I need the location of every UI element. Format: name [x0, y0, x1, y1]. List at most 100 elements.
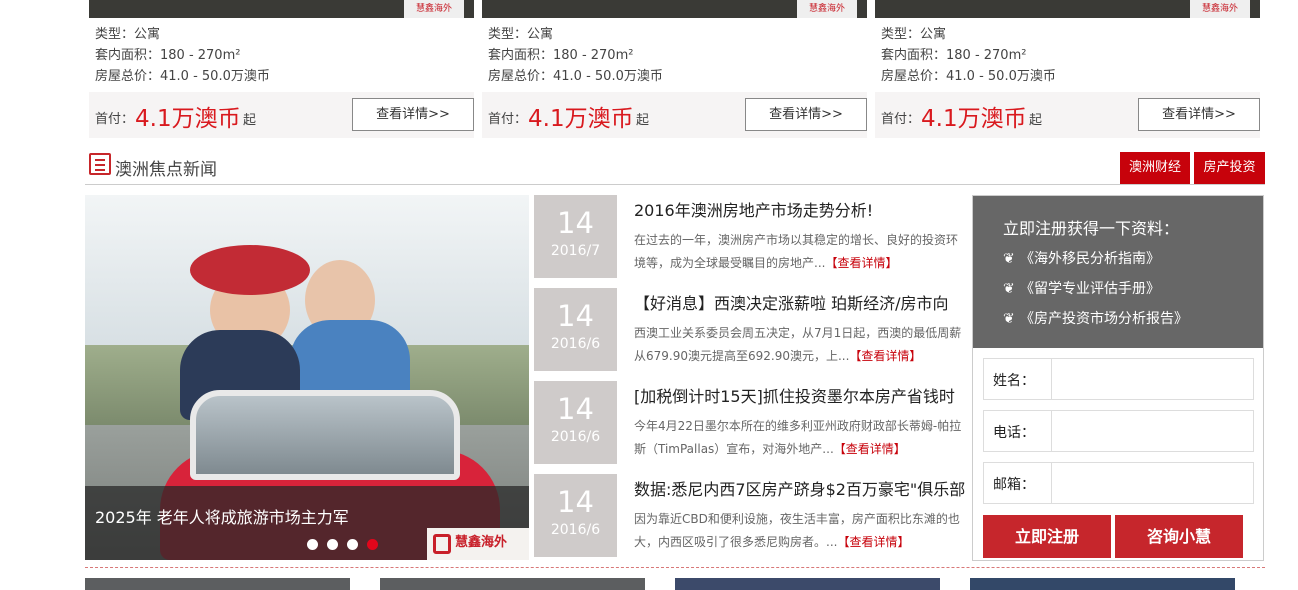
property-card: 慧鑫海外 类型：公寓 套内面积：180 - 270m² 房屋总价：41.0 - … — [89, 0, 474, 138]
tag-finance[interactable]: 澳洲财经 — [1120, 152, 1190, 184]
news-date: 14 2016/6 — [534, 381, 617, 464]
news-title[interactable]: 2016年澳洲房地产市场走势分析! — [634, 197, 873, 221]
brand-logo: 慧鑫海外 — [427, 528, 529, 560]
news-slider[interactable]: 2025年 老年人将成旅游市场主力军 慧鑫海外 — [85, 195, 529, 560]
divider — [85, 567, 1265, 568]
news-summary: 因为靠近CBD和便利设施，夜生活丰富，房产面积比东滩的也大，内西区吸引了很多悉尼… — [634, 508, 964, 554]
phone-label: 电话： — [993, 425, 1035, 441]
news-day: 14 — [557, 299, 594, 333]
brand-logo: 慧鑫海外 — [1190, 0, 1250, 18]
down-payment-bar: 首付： 4.1万澳币 起 查看详情>> — [482, 92, 867, 138]
read-more-link[interactable]: 【查看详情】 — [825, 256, 897, 270]
phone-input[interactable] — [1051, 411, 1253, 451]
down-payment-amount: 4.1万澳币 — [528, 106, 634, 132]
name-label: 姓名： — [993, 373, 1035, 389]
property-price: 房屋总价：41.0 - 50.0万澳币 — [881, 69, 1056, 84]
news-title[interactable]: 数据:悉尼内西7区房产跻身$2百万豪宅"俱乐部 — [634, 476, 965, 500]
news-title[interactable]: [加税倒计时15天]抓住投资墨尔本房产省钱时 — [634, 383, 955, 407]
property-type: 类型：公寓 — [881, 27, 947, 42]
news-item: 14 2016/7 2016年澳洲房地产市场走势分析! 在过去的一年，澳洲房产市场… — [534, 195, 964, 278]
property-card: 慧鑫海外 类型：公寓 套内面积：180 - 270m² 房屋总价：41.0 - … — [482, 0, 867, 138]
news-summary: 在过去的一年，澳洲房产市场以其稳定的增长、良好的投资环境等，成为全球最受瞩目的房… — [634, 229, 964, 275]
resource-label: 《房产投资市场分析报告》 — [1020, 311, 1188, 327]
register-panel: 立即注册获得一下资料： ❦ 《海外移民分析指南》 ❦ 《留学专业评估手册》 ❦ 《房产… — [972, 195, 1264, 561]
news-summary: 今年4月22日墨尔本所在的维多利亚州政府财政部长蒂姆-帕拉斯（TimPallas… — [634, 415, 964, 461]
newspaper-icon — [89, 153, 111, 175]
slider-dot[interactable] — [327, 539, 338, 550]
news-item: 14 2016/6 [加税倒计时15天]抓住投资墨尔本房产省钱时 今年4月22日墨… — [534, 381, 964, 464]
down-payment-suffix: 起 — [243, 113, 257, 128]
brand-logo-text: 慧鑫海外 — [455, 535, 508, 550]
email-input[interactable] — [1051, 463, 1253, 503]
tag-property-investment[interactable]: 房产投资 — [1194, 152, 1265, 184]
email-label: 邮箱： — [993, 477, 1035, 493]
thumbnail-image[interactable] — [970, 578, 1235, 590]
news-month: 2016/6 — [550, 522, 601, 538]
news-item: 14 2016/6 数据:悉尼内西7区房产跻身$2百万豪宅"俱乐部 因为靠近CBD… — [534, 474, 965, 557]
down-payment-amount: 4.1万澳币 — [135, 106, 241, 132]
slider-dot[interactable] — [347, 539, 358, 550]
news-section-header: 澳洲焦点新闻 澳洲财经 房产投资 — [85, 152, 1265, 185]
name-input[interactable] — [1051, 359, 1253, 399]
read-more-link[interactable]: 【查看详情】 — [834, 442, 906, 456]
resource-item[interactable]: ❦ 《房产投资市场分析报告》 — [1003, 308, 1188, 328]
phone-field: 电话： — [983, 410, 1254, 452]
news-item: 14 2016/6 【好消息】西澳决定涨薪啦 珀斯经济/房市向 西澳工业关系委员会… — [534, 288, 964, 371]
thumbnail-image[interactable] — [675, 578, 940, 590]
down-payment-suffix: 起 — [636, 113, 650, 128]
down-payment-label: 首付： — [881, 112, 921, 127]
view-details-button[interactable]: 查看详情>> — [352, 98, 474, 131]
brand-logo: 慧鑫海外 — [797, 0, 857, 18]
consult-button[interactable]: 咨询小慧 — [1115, 515, 1243, 558]
property-image[interactable]: 慧鑫海外 — [875, 0, 1260, 18]
slider-dot-active[interactable] — [367, 539, 378, 550]
down-payment-suffix: 起 — [1029, 113, 1043, 128]
register-header: 立即注册获得一下资料： ❦ 《海外移民分析指南》 ❦ 《留学专业评估手册》 ❦ 《房产… — [973, 196, 1263, 348]
news-day: 14 — [557, 206, 594, 240]
thumbnail-image[interactable] — [85, 578, 350, 590]
news-month: 2016/7 — [550, 243, 601, 259]
section-title: 澳洲焦点新闻 — [115, 160, 217, 180]
view-details-button[interactable]: 查看详情>> — [745, 98, 867, 131]
brand-logo: 慧鑫海外 — [404, 0, 464, 18]
email-field: 邮箱： — [983, 462, 1254, 504]
property-price: 房屋总价：41.0 - 50.0万澳币 — [488, 69, 663, 84]
fire-icon: ❦ — [1003, 281, 1015, 297]
resource-label: 《海外移民分析指南》 — [1020, 251, 1160, 267]
news-date: 14 2016/6 — [534, 474, 617, 557]
news-summary-text: 今年4月22日墨尔本所在的维多利亚州政府财政部长蒂姆-帕拉斯（TimPallas… — [634, 419, 962, 456]
down-payment-bar: 首付： 4.1万澳币 起 查看详情>> — [875, 92, 1260, 138]
slider-caption[interactable]: 2025年 老年人将成旅游市场主力军 — [95, 504, 349, 528]
news-summary: 西澳工业关系委员会周五决定，从7月1日起，西澳的最低周薪从679.90澳元提高至… — [634, 322, 964, 368]
resource-label: 《留学专业评估手册》 — [1020, 281, 1160, 297]
property-area: 套内面积：180 - 270m² — [881, 48, 1027, 63]
property-area: 套内面积：180 - 270m² — [95, 48, 241, 63]
news-title[interactable]: 【好消息】西澳决定涨薪啦 珀斯经济/房市向 — [634, 290, 948, 314]
read-more-link[interactable]: 【查看详情】 — [837, 535, 909, 549]
news-summary-text: 因为靠近CBD和便利设施，夜生活丰富，房产面积比东滩的也大，内西区吸引了很多悉尼… — [634, 512, 960, 549]
thumbnail-image[interactable] — [380, 578, 645, 590]
property-area: 套内面积：180 - 270m² — [488, 48, 634, 63]
register-button[interactable]: 立即注册 — [983, 515, 1111, 558]
news-month: 2016/6 — [550, 429, 601, 445]
fire-icon: ❦ — [1003, 251, 1015, 267]
read-more-link[interactable]: 【查看详情】 — [849, 349, 921, 363]
news-date: 14 2016/6 — [534, 288, 617, 371]
down-payment-label: 首付： — [95, 112, 135, 127]
property-image[interactable]: 慧鑫海外 — [482, 0, 867, 18]
car-windshield — [190, 390, 460, 480]
resource-item[interactable]: ❦ 《留学专业评估手册》 — [1003, 278, 1160, 298]
register-title: 立即注册获得一下资料： — [1003, 219, 1180, 238]
down-payment-amount: 4.1万澳币 — [921, 106, 1027, 132]
resource-item[interactable]: ❦ 《海外移民分析指南》 — [1003, 248, 1160, 268]
news-day: 14 — [557, 485, 594, 519]
property-image[interactable]: 慧鑫海外 — [89, 0, 474, 18]
view-details-button[interactable]: 查看详情>> — [1138, 98, 1260, 131]
slider-dot[interactable] — [307, 539, 318, 550]
news-date: 14 2016/7 — [534, 195, 617, 278]
news-month: 2016/6 — [550, 336, 601, 352]
down-payment-label: 首付： — [488, 112, 528, 127]
property-price: 房屋总价：41.0 - 50.0万澳币 — [95, 69, 270, 84]
property-type: 类型：公寓 — [488, 27, 554, 42]
down-payment-bar: 首付： 4.1万澳币 起 查看详情>> — [89, 92, 474, 138]
